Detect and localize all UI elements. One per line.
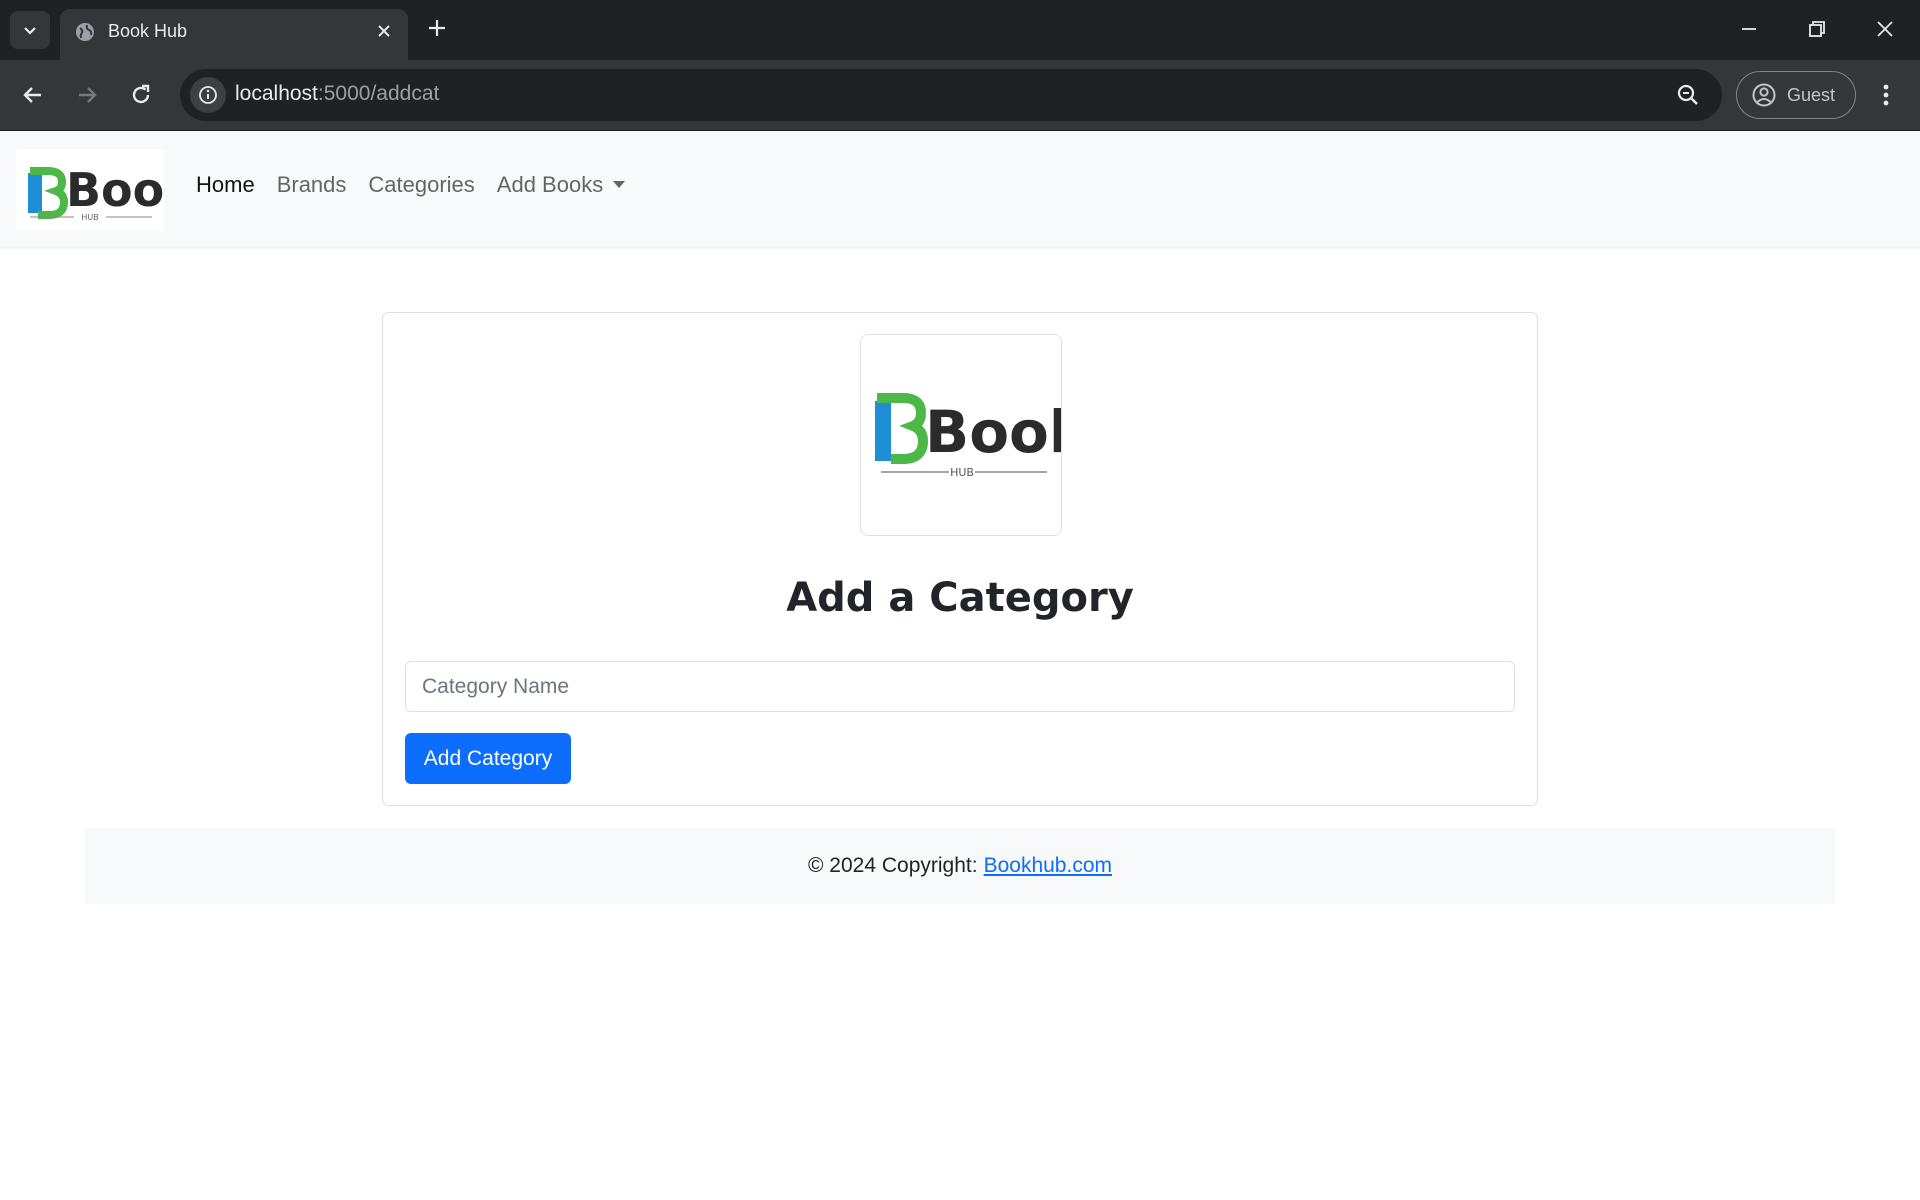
nav-brands[interactable]: Brands: [277, 172, 347, 198]
category-name-input[interactable]: [405, 661, 1515, 712]
browser-tab-strip: Book Hub: [0, 0, 1920, 60]
info-icon: [199, 86, 217, 104]
footer: © 2024 Copyright: Bookhub.com: [85, 828, 1835, 904]
arrow-right-icon[interactable]: [74, 82, 100, 108]
footer-link[interactable]: Bookhub.com: [984, 854, 1112, 878]
chevron-down-icon: [24, 27, 36, 35]
tab-title: Book Hub: [108, 21, 188, 41]
address-bar[interactable]: localhost:5000/addcat: [180, 69, 1722, 121]
footer-copyright: © 2024 Copyright:: [808, 854, 978, 877]
more-vertical-icon[interactable]: [1876, 82, 1896, 108]
logo-image: Book HUB: [28, 163, 196, 222]
logo-wordmark: Book: [925, 398, 1062, 466]
navbar: Book HUB Home Brands Categories Add Book…: [0, 132, 1920, 247]
caret-down-icon: [613, 180, 626, 188]
browser-toolbar: localhost:5000/addcat Guest: [0, 60, 1920, 131]
account-icon: [1752, 83, 1776, 107]
card-logo: Book HUB: [860, 334, 1062, 536]
nav-links: Home Brands Categories Add Books: [196, 172, 626, 198]
zoom-icon[interactable]: [1676, 83, 1700, 107]
add-category-card: Book HUB Add a Category Add Category: [382, 312, 1538, 806]
nav-home[interactable]: Home: [196, 172, 255, 198]
logo-subtext: HUB: [81, 213, 98, 222]
globe-icon: [76, 23, 94, 41]
browser-tab[interactable]: Book Hub: [60, 9, 408, 60]
page-title: Add a Category: [786, 575, 1134, 621]
profile-button[interactable]: Guest: [1736, 71, 1856, 119]
nav-add-books-dropdown[interactable]: Add Books: [496, 172, 626, 198]
logo-wordmark: Book: [66, 163, 164, 217]
site-info-button[interactable]: [190, 77, 226, 113]
nav-add-books-label: Add Books: [496, 172, 604, 197]
logo-subtext: HUB: [950, 466, 974, 479]
url-path: :5000/addcat: [317, 82, 440, 105]
logo-image: Book HUB: [875, 393, 1062, 479]
restore-icon[interactable]: [1805, 17, 1829, 41]
web-page: Book HUB Home Brands Categories Add Book…: [0, 132, 1920, 1200]
window-close-icon[interactable]: [1873, 17, 1897, 41]
tab-list-button[interactable]: [10, 11, 50, 49]
arrow-left-icon[interactable]: [20, 82, 46, 108]
add-category-button[interactable]: Add Category: [405, 733, 571, 784]
minimize-icon[interactable]: [1737, 17, 1761, 41]
url-host: localhost: [235, 82, 318, 105]
plus-icon[interactable]: [425, 16, 449, 40]
nav-categories[interactable]: Categories: [368, 172, 474, 198]
reload-icon[interactable]: [128, 82, 154, 108]
brand-logo[interactable]: Book HUB: [16, 149, 196, 231]
profile-label: Guest: [1787, 84, 1836, 105]
url-text: localhost:5000/addcat: [235, 82, 439, 106]
close-icon[interactable]: [374, 21, 394, 41]
